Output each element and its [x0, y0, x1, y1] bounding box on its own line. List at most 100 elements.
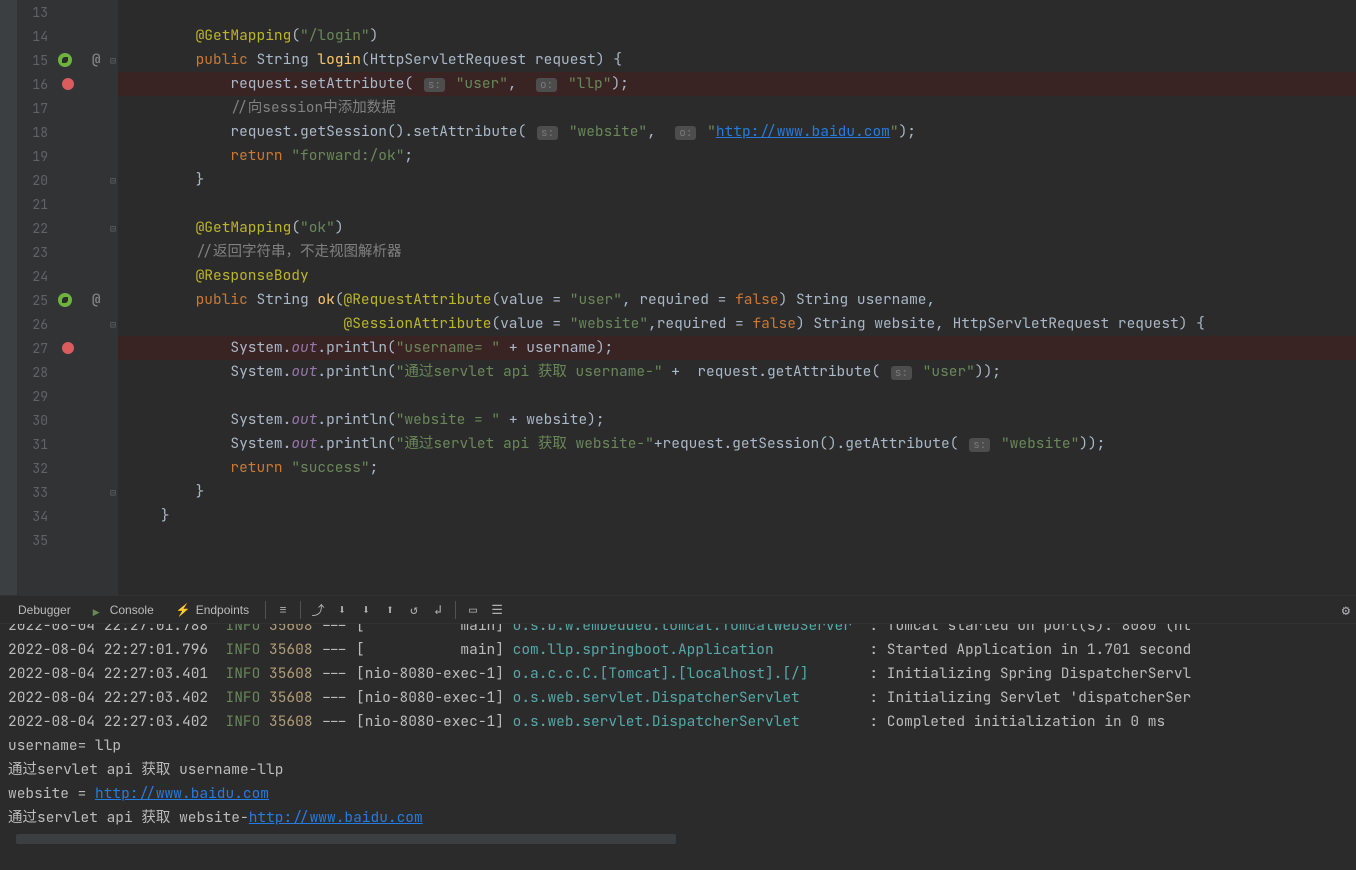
gutter-row[interactable]: 25 @: [18, 288, 118, 312]
tab-console-label: Console: [110, 603, 154, 617]
gutter-row[interactable]: 24: [18, 264, 118, 288]
download2-button[interactable]: ⬇: [355, 599, 377, 621]
separator: [265, 601, 266, 619]
code-line[interactable]: public String ok(@RequestAttribute(value…: [118, 288, 1356, 312]
log-line: 2022-08-04 22:27:03.402 INFO 35608 --- […: [8, 686, 1348, 710]
code-line[interactable]: [118, 528, 1356, 552]
code-line[interactable]: System.out.println("通过servlet api 获取 use…: [118, 360, 1356, 384]
gutter-row[interactable]: 35: [18, 528, 118, 552]
tab-console[interactable]: Console: [83, 599, 164, 621]
spring-icon[interactable]: [58, 293, 72, 307]
code-line[interactable]: request.getSession().setAttribute( s: "w…: [118, 120, 1356, 144]
spring-icon[interactable]: [58, 53, 72, 67]
code-line[interactable]: return "success";: [118, 456, 1356, 480]
code-line[interactable]: [118, 0, 1356, 24]
up-button[interactable]: ⤴: [307, 599, 329, 621]
fold-icon[interactable]: ⊟: [110, 318, 116, 331]
gutter-row[interactable]: 27: [18, 336, 118, 360]
gutter-row[interactable]: 22⊟: [18, 216, 118, 240]
fold-icon[interactable]: ⊟: [110, 486, 116, 499]
gutter-row[interactable]: 23: [18, 240, 118, 264]
gutter-row[interactable]: 26⊟: [18, 312, 118, 336]
log-line: 2022-08-04 22:27:01.788 INFO 35608 --- […: [8, 624, 1348, 638]
line-number: 24: [18, 268, 58, 285]
log-line: 2022-08-04 22:27:01.796 INFO 35608 --- […: [8, 638, 1348, 662]
separator: [300, 601, 301, 619]
log-line: 2022-08-04 22:27:03.401 INFO 35608 --- […: [8, 662, 1348, 686]
soft-wrap-button[interactable]: ↲: [427, 599, 449, 621]
breakpoint-icon[interactable]: [62, 342, 74, 354]
fold-icon[interactable]: ⊟: [110, 222, 116, 235]
gutter-row[interactable]: 33⊟: [18, 480, 118, 504]
gutter-row[interactable]: 28: [18, 360, 118, 384]
code-line[interactable]: @GetMapping("/login"): [118, 24, 1356, 48]
line-number: 31: [18, 436, 58, 453]
code-line[interactable]: [118, 192, 1356, 216]
line-number: 21: [18, 196, 58, 213]
gutter-row[interactable]: 16: [18, 72, 118, 96]
gutter-row[interactable]: 30: [18, 408, 118, 432]
code-line[interactable]: }: [118, 480, 1356, 504]
code-line[interactable]: return "forward:/ok";: [118, 144, 1356, 168]
gutter-row[interactable]: 17: [18, 96, 118, 120]
code-line[interactable]: System.out.println("username= " + userna…: [118, 336, 1356, 360]
code-line[interactable]: @ResponseBody: [118, 264, 1356, 288]
debug-panel: Debugger Console ⚡Endpoints ≡ ⤴ ⬇ ⬇ ⬆ ↺ …: [0, 595, 1356, 870]
line-number: 32: [18, 460, 58, 477]
horizontal-scrollbar[interactable]: [16, 834, 676, 844]
gutter[interactable]: 1314 15 @ ⊟ 16 17 18 19 20 ⊟ 21 22⊟ 23 24 25 @26⊟272829…: [18, 0, 118, 595]
url-link[interactable]: http://www.baidu.com: [95, 784, 269, 803]
upload-button[interactable]: ⬆: [379, 599, 401, 621]
tab-endpoints-label: Endpoints: [196, 603, 249, 617]
code-line[interactable]: //向session中添加数据: [118, 96, 1356, 120]
gutter-row[interactable]: 21: [18, 192, 118, 216]
editor-area: 1314 15 @ ⊟ 16 17 18 19 20 ⊟ 21 22⊟ 23 24 25 @26⊟272829…: [0, 0, 1356, 595]
breakpoint-icon[interactable]: [62, 78, 74, 90]
code-area[interactable]: @GetMapping("/login") public String logi…: [118, 0, 1356, 595]
code-line[interactable]: [118, 384, 1356, 408]
code-line[interactable]: @GetMapping("ok"): [118, 216, 1356, 240]
line-number: 25: [18, 292, 58, 309]
console-output[interactable]: 2022-08-04 22:27:01.788 INFO 35608 --- […: [0, 624, 1356, 870]
gear-icon[interactable]: ⚙: [1342, 602, 1350, 620]
gutter-row[interactable]: 19: [18, 144, 118, 168]
url-link[interactable]: http://www.baidu.com: [249, 808, 423, 827]
code-line[interactable]: @SessionAttribute(value = "website",requ…: [118, 312, 1356, 336]
code-line[interactable]: System.out.println("通过servlet api 获取 web…: [118, 432, 1356, 456]
line-number: 19: [18, 148, 58, 165]
scroll-button[interactable]: ▭: [462, 599, 484, 621]
line-number: 15: [18, 52, 58, 69]
download-button[interactable]: ⬇: [331, 599, 353, 621]
at-icon: @: [92, 291, 100, 309]
gutter-row[interactable]: 18: [18, 120, 118, 144]
fold-icon[interactable]: ⊟: [110, 54, 116, 67]
gutter-row[interactable]: 20 ⊟: [18, 168, 118, 192]
wrap-button[interactable]: ↺: [403, 599, 425, 621]
line-number: 20: [18, 172, 58, 189]
code-line[interactable]: System.out.println("website = " + websit…: [118, 408, 1356, 432]
clear-button[interactable]: ☰: [486, 599, 508, 621]
code-line[interactable]: //返回字符串，不走视图解析器: [118, 240, 1356, 264]
filter-button[interactable]: ≡: [272, 599, 294, 621]
tab-endpoints[interactable]: ⚡ Endpoints: [166, 599, 259, 621]
endpoints-icon: ⚡: [176, 603, 191, 617]
output-line: website = http://www.baidu.com: [8, 782, 1348, 806]
fold-icon[interactable]: ⊟: [110, 174, 116, 187]
at-icon: @: [92, 51, 100, 69]
gutter-row[interactable]: 14: [18, 24, 118, 48]
code-line[interactable]: request.setAttribute( s: "user", o: "llp…: [118, 72, 1356, 96]
code-line[interactable]: }: [118, 504, 1356, 528]
gutter-row[interactable]: 15 @ ⊟: [18, 48, 118, 72]
gutter-row[interactable]: 31: [18, 432, 118, 456]
tab-debugger[interactable]: Debugger: [8, 599, 81, 621]
code-line[interactable]: public String login(HttpServletRequest r…: [118, 48, 1356, 72]
line-number: 17: [18, 100, 58, 117]
gutter-row[interactable]: 13: [18, 0, 118, 24]
output-line: 通过servlet api 获取 username-llp: [8, 758, 1348, 782]
line-number: 23: [18, 244, 58, 261]
console-icon: [93, 604, 105, 616]
gutter-row[interactable]: 29: [18, 384, 118, 408]
gutter-row[interactable]: 32: [18, 456, 118, 480]
code-line[interactable]: }: [118, 168, 1356, 192]
gutter-row[interactable]: 34: [18, 504, 118, 528]
